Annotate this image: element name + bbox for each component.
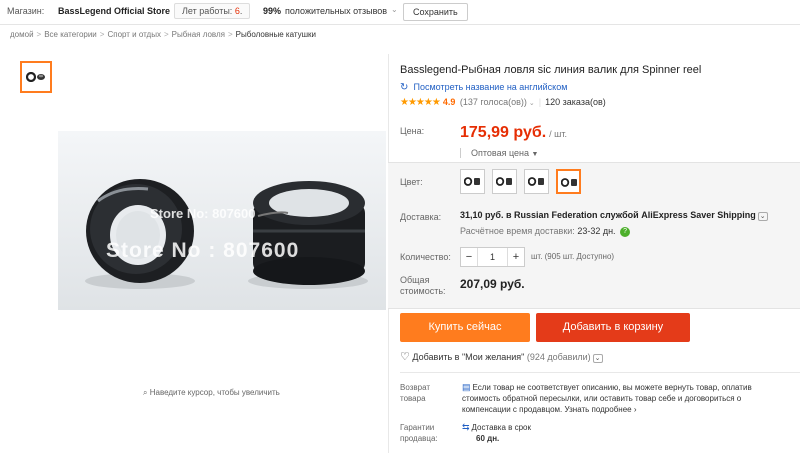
price-label: Цена: [400,126,425,136]
positive-feedback-percent: 99% [263,6,282,16]
breadcrumb-all-categories[interactable]: Все категории [44,30,97,39]
save-store-button[interactable]: Сохранить [403,3,468,21]
main-product-image[interactable]: Store No: 807600 Store No : 807600 [58,131,386,310]
shipping-label: Доставка: [400,212,442,222]
help-icon[interactable]: ? [620,226,631,237]
store-years-badge: Лет работы: 6. [174,3,251,19]
guarantee-info: ⇆ Доставка в срок 60 дн. [462,422,531,444]
rating-stars-icon: ★★★★★ [400,97,441,108]
rating-row: ★★★★★ 4.9 (137 голоса(ов)) ⌄ | 120 заказа(ов… [400,97,606,108]
price-unit: / шт. [549,129,568,139]
total-label-line2: стоимость: [400,286,446,296]
chevron-down-icon[interactable]: ⌄ [391,5,398,14]
rating-divider: | [538,97,542,107]
orders-count: 120 заказа(ов) [545,97,606,107]
product-title: Basslegend-Рыбная ловля sic линия валик … [400,64,702,76]
shipping-method[interactable]: 31,10 руб. в Russian Federation службой … [460,210,768,221]
ring-swatch-icon [496,177,512,186]
quantity-stepper: − 1 + [460,247,525,267]
delivery-time-value: 23-32 дн. [577,226,616,236]
total-value: 207,09 руб. [460,277,525,291]
quantity-available: шт. (905 шт. Доступно) [531,252,615,261]
total-label-line1: Общая [400,275,430,285]
total-label: Общая стоимость: [400,275,446,297]
watermark-large: Store No : 807600 [106,239,300,262]
zoom-hint-text: Наведите курсор, чтобы увеличить [149,388,280,397]
chevron-down-icon[interactable]: ⌄ [529,100,535,107]
wishlist-count: (924 добавили) [526,352,591,362]
guarantee-text: Доставка в срок [471,423,531,432]
wholesale-label[interactable]: Оптовая цена [471,148,529,158]
translate-link[interactable]: ↻ Посмотреть название на английском [400,82,567,93]
product-gallery: Store No: 807600 Store No : 807600 ⌕ Нав… [14,54,386,453]
color-swatch-4-selected[interactable] [556,169,581,194]
wishlist-row: ♡ Добавить в "Мои желания" (924 добавили… [400,350,603,363]
breadcrumb-separator: > [99,30,105,39]
store-label: Магазин: [7,6,45,16]
watermark-small: Store No: 807600 [150,206,256,221]
ring-swatch-icon [464,177,480,186]
wholesale-price-dropdown[interactable]: Оптовая цена ▼ [460,148,538,158]
guarantee-days: 60 дн. [476,434,500,443]
buy-now-button[interactable]: Купить сейчас [400,313,530,342]
guarantee-label-line1: Гарантии [400,423,435,432]
rating-value[interactable]: 4.9 [443,97,456,107]
breadcrumb-separator: > [163,30,169,39]
returns-more-link[interactable]: Узнать подробнее [564,405,631,414]
price-amount: 175,99 руб. [460,124,547,141]
breadcrumb: домой > Все категории > Спорт и отдых > Рыбная… [10,30,316,39]
returns-label-line1: Возврат [400,383,430,392]
chevron-down-icon[interactable]: ⌄ [592,354,603,363]
ring-thumbnail-icon [26,72,45,82]
add-to-wishlist-link[interactable]: Добавить в "Мои желания" [412,352,524,362]
zoom-hint: ⌕ Наведите курсор, чтобы увеличить [143,388,280,398]
store-name-link[interactable]: BassLegend Official Store [58,6,170,16]
store-years-label: Лет работы: [182,6,233,16]
guarantee-label: Гарантии продавца: [400,422,438,444]
decrease-button[interactable]: − [461,251,477,263]
price: 175,99 руб. / шт. [460,124,567,142]
breadcrumb-separator: > [228,30,233,39]
options-panel: Цвет: Доставка: 31,10 руб. в Russian Fed… [388,162,800,309]
magnifier-icon: ⌕ [143,388,148,397]
gallery-thumbnail[interactable] [20,61,52,93]
section-divider [400,372,800,373]
guarantee-label-line2: продавца: [400,434,438,443]
breadcrumb-separator: > [36,30,42,39]
color-label: Цвет: [400,177,423,187]
color-swatch-3[interactable] [524,169,549,194]
returns-label-line2: товара [400,394,426,403]
document-icon: ▤ [462,382,471,392]
returns-policy: ▤ Если товар не соответствует описанию, в… [462,382,792,415]
truck-icon: ⇆ [462,422,470,432]
rating-votes[interactable]: (137 голоса(ов)) [460,97,527,107]
increase-button[interactable]: + [508,251,524,263]
ring-swatch-icon [528,177,544,186]
returns-label: Возврат товара [400,382,430,404]
chevron-down-icon[interactable]: ⌄ [757,212,768,221]
breadcrumb-sport[interactable]: Спорт и отдых [107,30,161,39]
breadcrumb-reels[interactable]: Рыболовные катушки [236,30,316,39]
heart-icon[interactable]: ♡ [400,351,410,363]
product-info: Basslegend-Рыбная ловля sic линия валик … [388,54,800,453]
translate-link-text[interactable]: Посмотреть название на английском [414,82,568,92]
quantity-label: Количество: [400,252,451,262]
color-swatch-1[interactable] [460,169,485,194]
positive-feedback-link[interactable]: положительных отзывов [285,6,387,16]
breadcrumb-home[interactable]: домой [10,30,34,39]
color-swatch-2[interactable] [492,169,517,194]
add-to-cart-button[interactable]: Добавить в корзину [536,313,690,342]
translate-icon: ↻ [400,82,409,93]
delivery-time: Расчётное время доставки: 23-32 дн. ? [460,226,631,237]
shipping-text[interactable]: 31,10 руб. в Russian Federation службой … [460,210,756,220]
quantity-input[interactable]: 1 [477,248,508,266]
store-years-suffix: . [239,6,243,16]
breadcrumb-fishing[interactable]: Рыбная ловля [172,30,225,39]
store-bar: Магазин: BassLegend Official Store Лет р… [0,0,800,25]
ring-swatch-icon [561,178,577,187]
chevron-right-icon[interactable]: › [634,405,637,414]
delivery-time-label: Расчётное время доставки: [460,226,575,236]
caret-down-icon: ▼ [531,151,539,158]
